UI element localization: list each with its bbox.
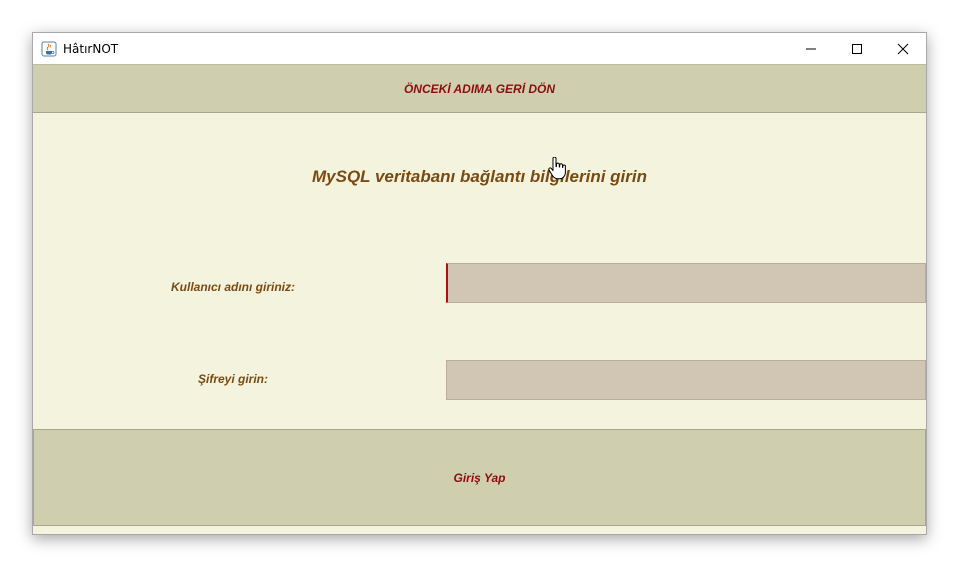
java-cup-icon — [41, 41, 57, 57]
window-controls — [788, 33, 926, 64]
password-field[interactable] — [446, 360, 926, 400]
username-label: Kullanıcı adını giriniz: — [170, 280, 295, 294]
password-label: Şifreyi girin: — [197, 372, 268, 386]
login-button[interactable]: Giriş Yap — [33, 429, 926, 526]
close-icon — [897, 43, 909, 54]
page-title: MySQL veritabanı bağlantı bilgilerini gi… — [311, 167, 648, 186]
close-button[interactable] — [880, 33, 926, 64]
username-field[interactable] — [446, 263, 926, 303]
hand-cursor-icon — [548, 157, 566, 180]
back-button[interactable]: ÖNCEKİ ADIMA GERİ DÖN — [33, 64, 926, 113]
app-window: HâtırNOT ÖNCEKİ ADIMA GERİ DÖN MySQL ver — [32, 32, 927, 535]
minimize-button[interactable] — [788, 33, 834, 64]
maximize-icon — [852, 43, 862, 54]
minimize-icon — [806, 48, 816, 49]
maximize-button[interactable] — [834, 33, 880, 64]
window-title: HâtırNOT — [63, 41, 119, 56]
title-bar[interactable]: HâtırNOT — [33, 33, 926, 64]
